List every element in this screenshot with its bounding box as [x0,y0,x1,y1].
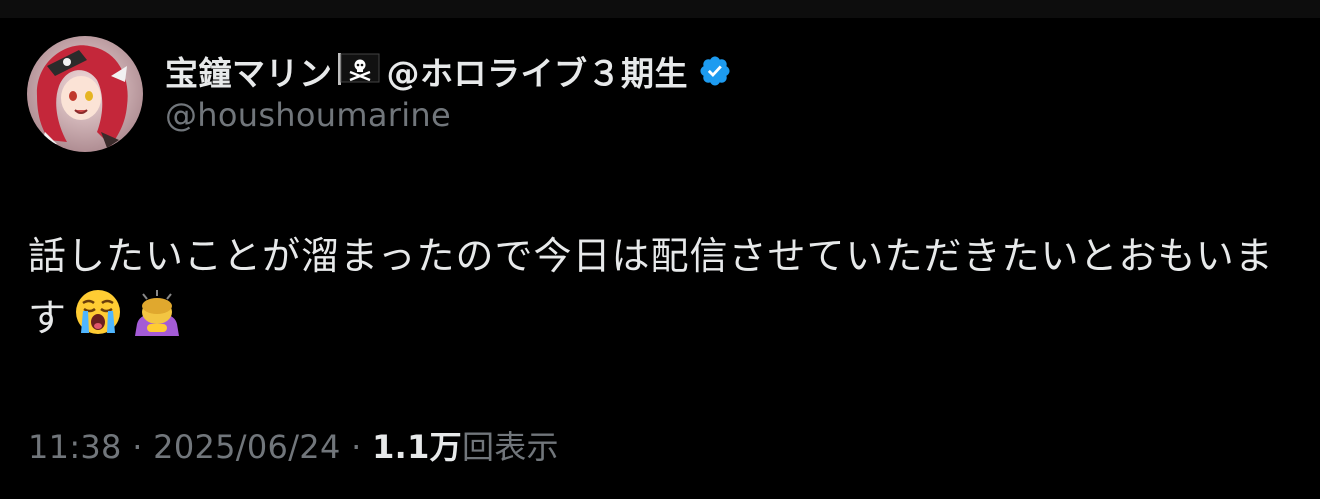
tweet-time[interactable]: 11:38 [28,428,122,466]
person-bowing-icon [129,286,185,355]
tweet-meta: 11:38 · 2025/06/24 · 1.1万回表示 [28,422,559,468]
tweet-card: 宝鐘マリン @ホロライブ３期生 @houshoumarine 話したいことが溜ま… [0,18,1320,499]
views-count[interactable]: 1.1万 [372,428,462,466]
avatar[interactable] [27,36,143,152]
pirate-flag-icon [337,52,381,90]
tweet-text-content: 話したいことが溜まったので今日は配信させていただきたいとおもいます [28,234,1274,340]
author-name-row[interactable]: 宝鐘マリン @ホロライブ３期生 [165,46,732,96]
author-handle[interactable]: @houshoumarine [165,96,451,134]
tweet-text: 話したいことが溜まったので今日は配信させていただきたいとおもいます [28,226,1308,355]
tweet-date[interactable]: 2025/06/24 [153,428,340,466]
meta-separator: · [132,428,143,466]
display-name[interactable]: 宝鐘マリン [165,47,333,95]
views-label: 回表示 [461,428,559,466]
verified-badge-icon [700,56,730,86]
crying-face-icon [73,287,123,354]
display-name-suffix[interactable]: @ホロライブ３期生 [387,47,689,95]
top-strip [0,0,1320,18]
meta-separator: · [351,428,362,466]
